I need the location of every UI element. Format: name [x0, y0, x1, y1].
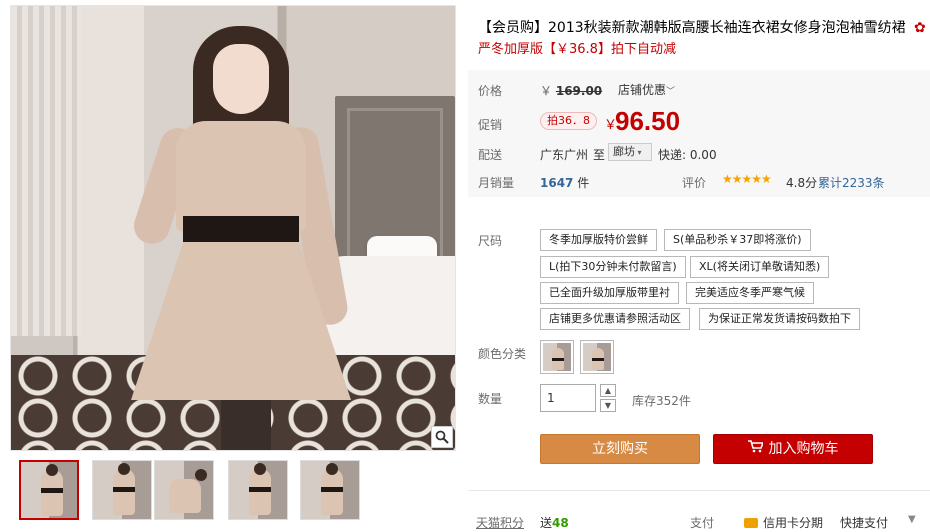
shipping-fee: 快递: 0.00 — [658, 148, 717, 162]
ship-to-word: 至 — [593, 148, 606, 162]
promo-price: 96.50 — [615, 106, 681, 136]
size-option[interactable]: 已全面升级加厚版带里衬 — [540, 282, 679, 304]
rating-score: 4.8分 — [786, 176, 818, 190]
model-legs — [221, 396, 271, 450]
price-label: 价格 — [478, 84, 503, 98]
thumbnail-5[interactable] — [300, 460, 360, 520]
shopping-cart-icon — [747, 435, 764, 463]
quantity-label: 数量 — [478, 392, 503, 406]
color-swatch-2[interactable] — [580, 340, 614, 374]
monthly-sales-unit: 件 — [577, 176, 590, 190]
thumbnail-4[interactable] — [228, 460, 288, 520]
size-option[interactable]: L(拍下30分钟未付款留言) — [540, 256, 686, 278]
size-label: 尺码 — [478, 234, 503, 248]
quantity-input[interactable] — [540, 384, 596, 412]
currency-symbol: ￥ — [540, 84, 553, 98]
add-to-cart-label: 加入购物车 — [768, 441, 839, 457]
monthly-sales: 1647 件 — [540, 174, 589, 191]
size-option[interactable]: S(单品秒杀￥37即将涨价) — [664, 229, 811, 251]
credit-card-installment[interactable]: 信用卡分期 — [744, 514, 823, 531]
delivery-label: 配送 — [478, 148, 503, 162]
color-label: 颜色分类 — [478, 347, 527, 361]
quick-pay[interactable]: 快捷支付 — [840, 514, 888, 531]
thumbnail-2[interactable] — [92, 460, 152, 520]
rating-label: 评价 — [682, 176, 707, 190]
original-price: ￥ 169.00 — [540, 82, 602, 99]
store-promo-dropdown[interactable]: 店铺优惠﹀ — [618, 81, 675, 98]
credit-card-label: 信用卡分期 — [763, 516, 824, 530]
chevron-down-icon[interactable]: ▼ — [908, 514, 916, 525]
destination-value: 廊坊 — [613, 145, 635, 158]
magnifier-icon — [435, 430, 449, 444]
points-reward: 送48 — [540, 514, 569, 531]
color-swatch-1[interactable] — [540, 340, 574, 374]
thumbnail-3[interactable] — [154, 460, 214, 520]
promo-tag: 拍36．8 — [540, 112, 597, 130]
stock-count: 库存352件 — [632, 394, 691, 408]
ship-from: 广东广州 — [540, 148, 589, 162]
dress-lace-belt — [183, 216, 299, 242]
product-info-panel: 【会员购】2013秋装新款潮韩版高腰长袖连衣裙女修身泡泡袖雪纺裙 ✿ 严冬加厚版… — [468, 0, 930, 532]
footer-divider — [468, 490, 930, 491]
model-face — [213, 44, 269, 114]
buy-now-label: 立刻购买 — [592, 441, 648, 457]
original-price-value: 169.00 — [555, 84, 603, 98]
price-box: 价格 ￥ 169.00 店铺优惠﹀ 促销 拍36．8 ￥ 96.50 配送 广东… — [468, 70, 930, 197]
buy-now-button[interactable]: 立刻购买 — [540, 434, 700, 464]
payment-label: 支付 — [690, 516, 715, 530]
size-option[interactable]: 店铺更多优惠请参照活动区 — [540, 308, 690, 330]
size-option[interactable]: 完美适应冬季严寒气候 — [686, 282, 814, 304]
quantity-decrease-button[interactable]: ▼ — [600, 399, 616, 412]
points-value: 48 — [552, 516, 569, 530]
size-option[interactable]: 为保证正常发货请按码数拍下 — [699, 308, 860, 330]
product-main-image[interactable] — [10, 5, 456, 451]
thumbnail-strip — [10, 458, 456, 528]
promo-label: 促销 — [478, 118, 503, 132]
tmall-points-link[interactable]: 天猫积分 — [476, 514, 524, 531]
product-subtitle: 严冬加厚版【￥36.8】拍下自动减 — [478, 42, 676, 57]
zoom-button[interactable] — [431, 426, 453, 448]
destination-select[interactable]: 廊坊 ▾ — [608, 143, 652, 161]
model-figure — [121, 26, 381, 450]
points-prefix: 送 — [540, 516, 553, 530]
chevron-down-icon: ▾ — [635, 148, 642, 157]
dress-bodice — [176, 121, 306, 231]
monthly-sales-count: 1647 — [540, 176, 574, 190]
product-title: 【会员购】2013秋装新款潮韩版高腰长袖连衣裙女修身泡泡袖雪纺裙 — [478, 20, 906, 36]
review-count-link[interactable]: 累计2233条 — [818, 174, 885, 191]
add-to-cart-button[interactable]: 加入购物车 — [713, 434, 873, 464]
thumbnail-1[interactable] — [19, 460, 79, 520]
size-option[interactable]: 冬季加厚版特价尝鲜 — [540, 229, 657, 251]
photo-curtain — [11, 6, 81, 336]
credit-card-icon — [744, 518, 758, 528]
quantity-increase-button[interactable]: ▲ — [600, 384, 616, 397]
rating-stars: ★★★★★ — [722, 172, 772, 186]
store-promo-label: 店铺优惠 — [618, 83, 667, 97]
size-option[interactable]: XL(将关闭订单敬请知悉) — [690, 256, 830, 278]
chevron-down-icon: ﹀ — [666, 87, 676, 97]
monthly-sales-label: 月销量 — [478, 176, 515, 190]
decoration-icon: ✿ — [914, 20, 926, 36]
